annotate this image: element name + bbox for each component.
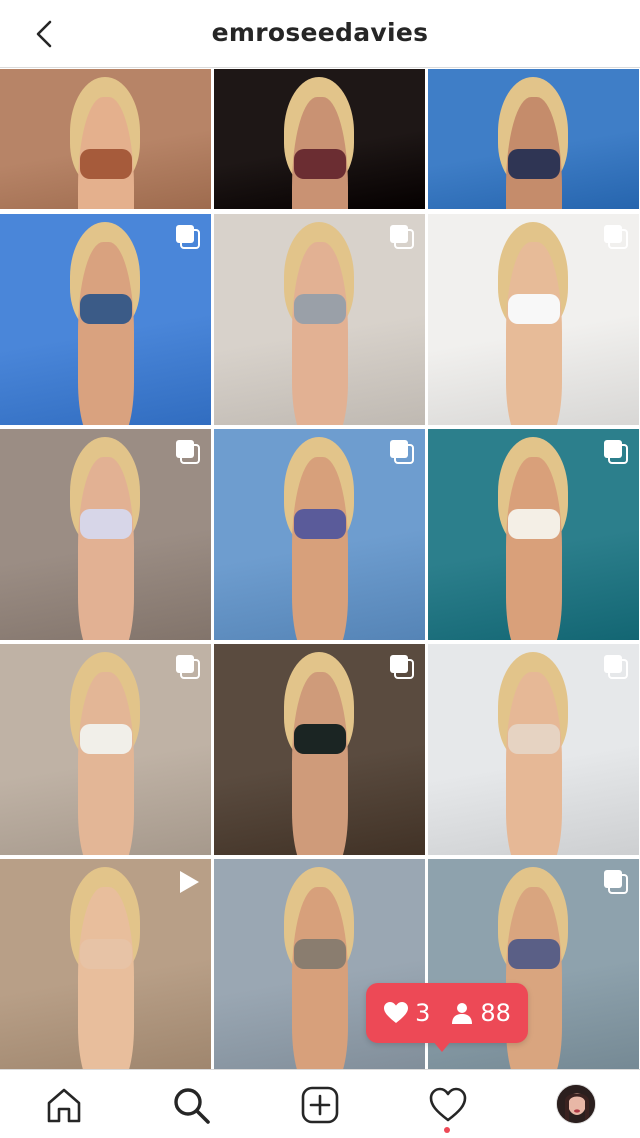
post-subject-outfit: [508, 724, 560, 754]
carousel-icon: [176, 655, 200, 679]
post-subject: [292, 887, 348, 1069]
post-subject-outfit: [294, 724, 346, 754]
carousel-icon: [390, 440, 414, 464]
bottom-tab-bar: [0, 1069, 640, 1138]
activity-heart-icon: [429, 1087, 467, 1122]
person-icon: [452, 1003, 473, 1024]
video-play-icon: [180, 871, 199, 893]
post-subject-outfit: [294, 149, 346, 179]
post-subject-outfit: [80, 724, 132, 754]
followers-count: 88: [480, 999, 511, 1027]
likes-count: 3: [415, 999, 431, 1027]
carousel-icon: [390, 225, 414, 249]
top-bar: emroseedavies: [0, 0, 640, 68]
post-subject-outfit: [294, 294, 346, 324]
post-subject-outfit: [294, 509, 346, 539]
carousel-icon: [176, 225, 200, 249]
post-subject: [292, 672, 348, 855]
carousel-icon: [604, 440, 628, 464]
carousel-icon: [604, 225, 628, 249]
heart-icon: [384, 1002, 409, 1023]
tab-new-post[interactable]: [298, 1083, 342, 1127]
avatar-image: [557, 1085, 595, 1123]
post-tile[interactable]: [0, 644, 211, 855]
profile-username-title: emroseedavies: [211, 18, 429, 47]
carousel-icon: [604, 655, 628, 679]
post-subject-outfit: [80, 939, 132, 969]
carousel-icon: [176, 440, 200, 464]
activity-indicator-dot: [444, 1127, 450, 1133]
tab-home[interactable]: [42, 1083, 86, 1127]
post-tile[interactable]: [214, 69, 425, 209]
new-post-icon: [301, 1086, 339, 1124]
search-icon: [174, 1088, 210, 1124]
tab-search[interactable]: [169, 1083, 213, 1127]
post-tile[interactable]: [214, 644, 425, 855]
post-subject: [78, 457, 134, 640]
post-tile[interactable]: [428, 644, 639, 855]
post-tile[interactable]: [0, 859, 211, 1069]
post-tile[interactable]: [0, 429, 211, 640]
carousel-icon: [390, 655, 414, 679]
post-subject: [506, 672, 562, 855]
post-tile[interactable]: [0, 69, 211, 209]
post-subject-outfit: [508, 294, 560, 324]
activity-notification-bubble[interactable]: 3 88: [366, 983, 528, 1043]
post-subject: [78, 672, 134, 855]
post-subject-outfit: [80, 509, 132, 539]
post-subject-outfit: [508, 149, 560, 179]
post-subject: [292, 242, 348, 425]
post-subject-outfit: [80, 149, 132, 179]
post-grid: [0, 69, 640, 1069]
profile-avatar[interactable]: [556, 1084, 596, 1124]
post-tile[interactable]: [428, 214, 639, 425]
post-tile[interactable]: [0, 214, 211, 425]
home-icon: [47, 1088, 81, 1123]
tab-activity[interactable]: [426, 1083, 470, 1127]
carousel-icon: [604, 870, 628, 894]
post-subject-outfit: [508, 509, 560, 539]
post-subject-outfit: [80, 294, 132, 324]
post-tile[interactable]: [428, 429, 639, 640]
post-subject: [78, 242, 134, 425]
post-tile[interactable]: [428, 69, 639, 209]
post-tile[interactable]: [214, 214, 425, 425]
post-subject: [292, 457, 348, 640]
post-subject-outfit: [294, 939, 346, 969]
post-subject: [78, 887, 134, 1069]
post-subject: [506, 457, 562, 640]
post-tile[interactable]: [214, 429, 425, 640]
post-subject-outfit: [508, 939, 560, 969]
notification-pointer: [432, 1040, 452, 1052]
post-subject: [506, 242, 562, 425]
